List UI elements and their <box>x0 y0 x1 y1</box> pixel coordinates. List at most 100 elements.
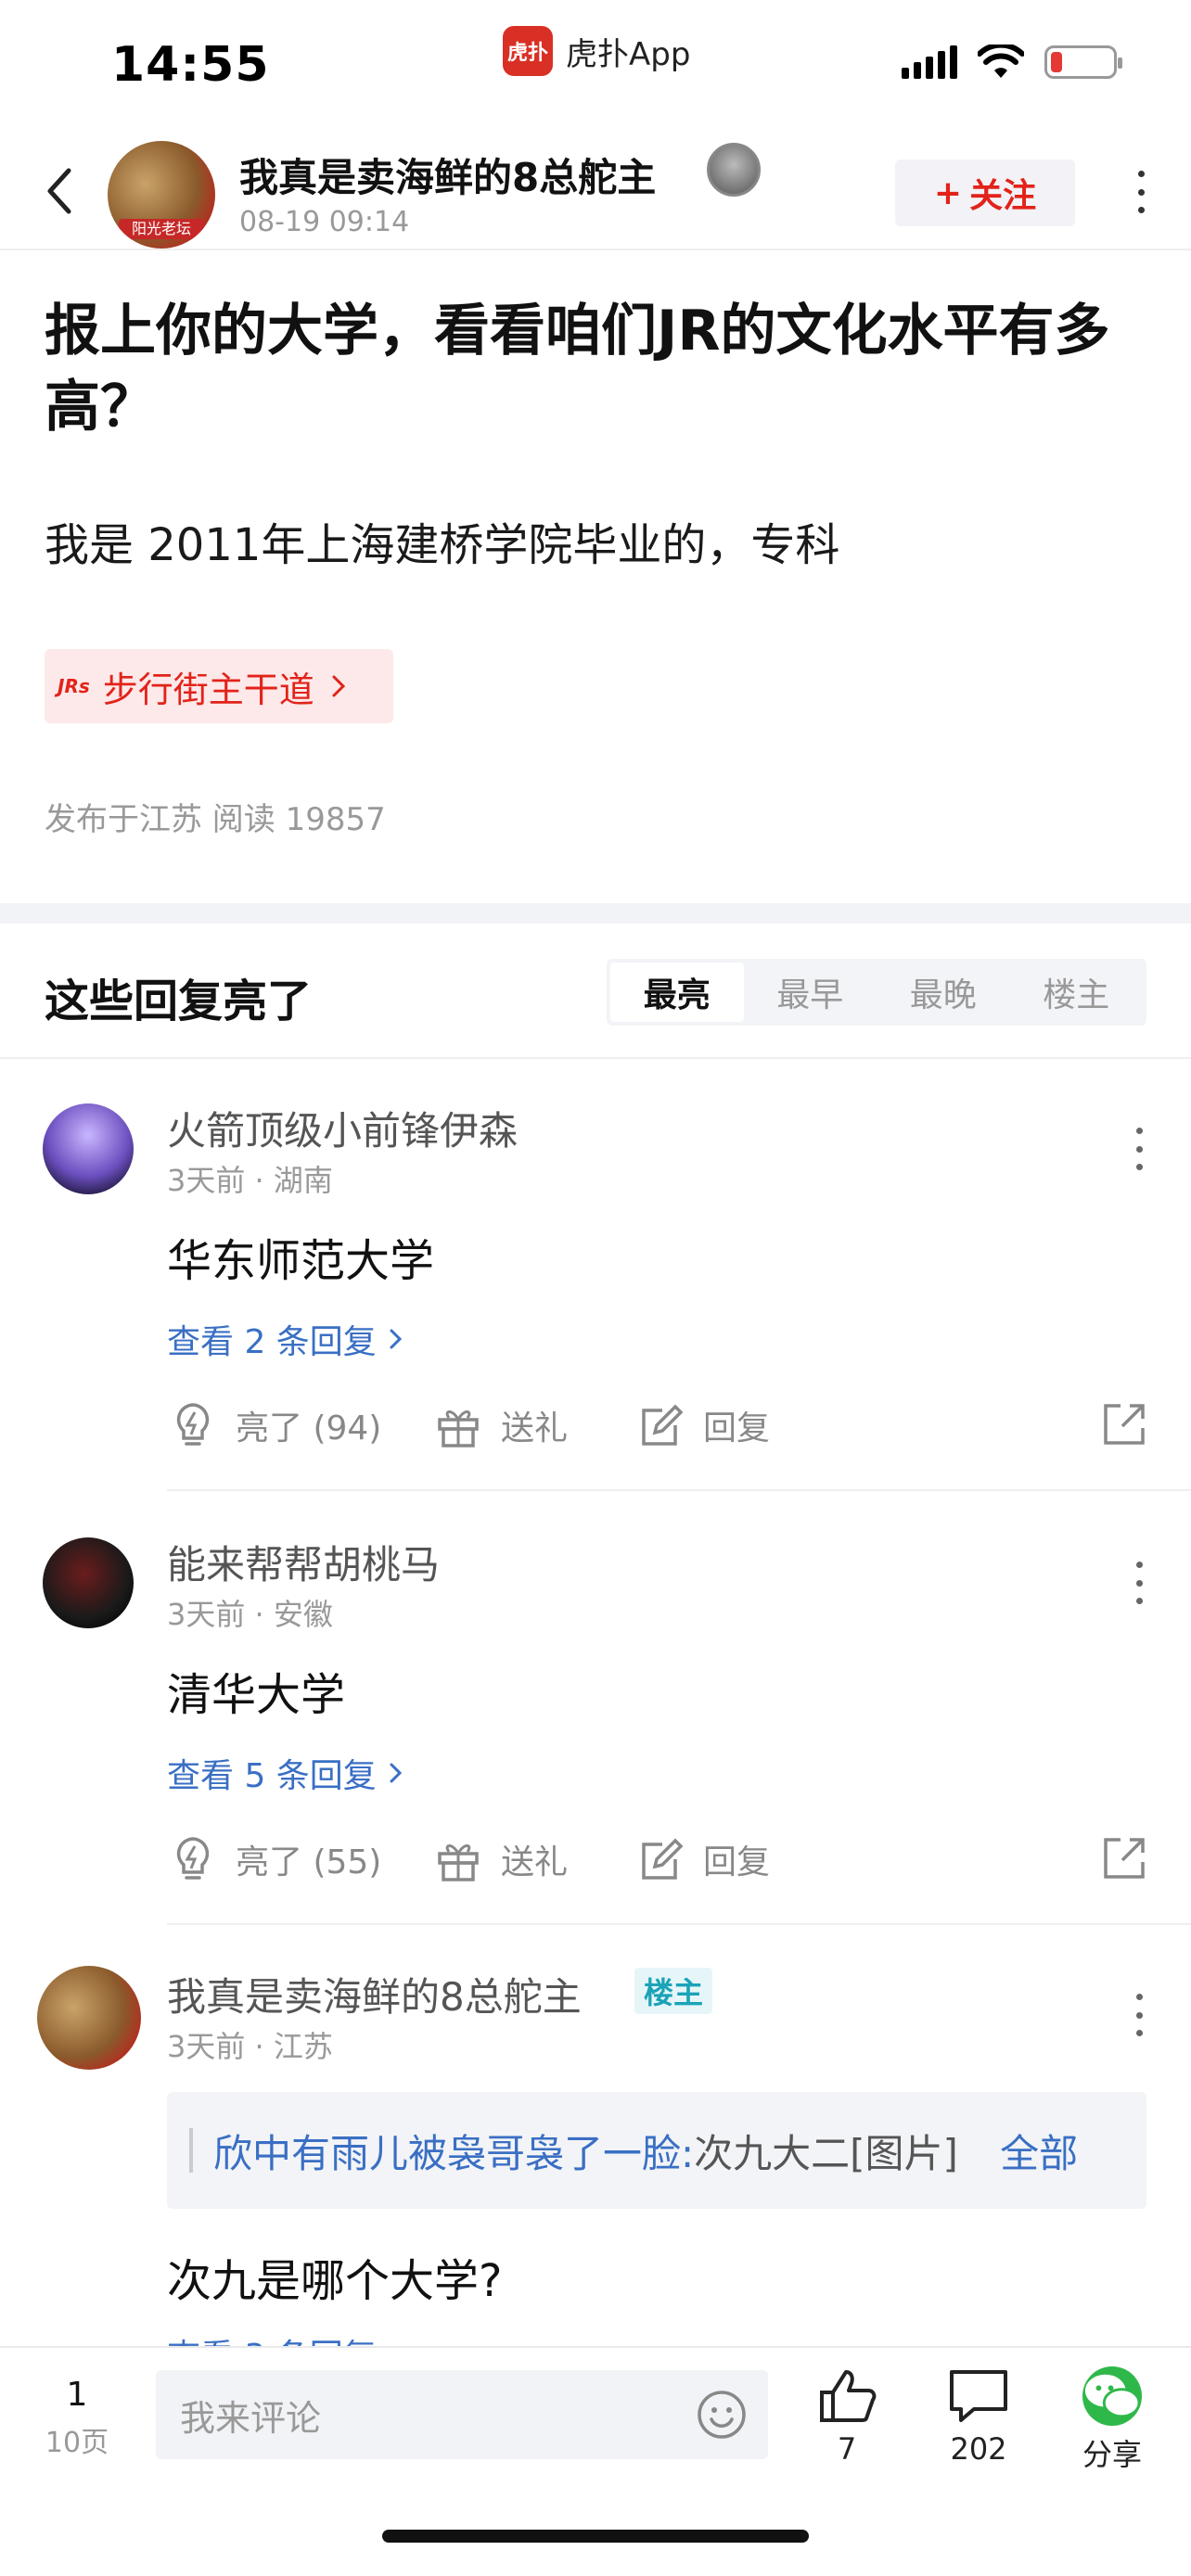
signal-icon <box>902 45 957 79</box>
wifi-icon <box>978 45 1024 78</box>
view-replies-link[interactable]: 查看 2 条回复 <box>167 1315 404 1363</box>
quote-bar <box>189 2128 193 2173</box>
topic-name: 步行街主干道 <box>102 669 314 710</box>
commenter-name[interactable]: 能来帮帮胡桃马 <box>167 1534 440 1590</box>
status-bar: 14:55 虎扑 虎扑App <box>0 0 1191 121</box>
comment-text: 清华大学 <box>167 1669 346 1721</box>
light-count: 亮了 (94) <box>236 1409 382 1447</box>
quote-author: 欣中有雨儿被袅哥袅了一脸: <box>213 2130 695 2176</box>
gift-button[interactable]: 送礼 <box>432 1827 568 1892</box>
comment-input[interactable]: 我来评论 <box>156 2370 768 2459</box>
author-badge-icon <box>707 143 761 197</box>
reply-button[interactable]: 回复 <box>634 1827 770 1892</box>
commenter-avatar[interactable] <box>43 1103 134 1194</box>
comment-bubble-icon <box>950 2370 1007 2422</box>
commenter-name[interactable]: 我真是卖海鲜的8总舵主 <box>167 1966 582 2022</box>
tab-op-only[interactable]: 楼主 <box>1010 963 1144 1022</box>
reply-button[interactable]: 回复 <box>634 1393 770 1458</box>
comment-actions: 亮了 (55) 送礼 回复 <box>167 1827 1150 1892</box>
reply-label: 回复 <box>703 1843 771 1881</box>
comment-meta: 3天前 · 湖南 <box>167 1163 333 1198</box>
gift-label: 送礼 <box>501 1843 569 1881</box>
commenter-avatar[interactable] <box>43 1537 134 1628</box>
gift-label: 送礼 <box>501 1409 569 1447</box>
view-replies-link[interactable]: 查看 5 条回复 <box>167 1749 404 1797</box>
more-options-icon[interactable] <box>1135 171 1146 213</box>
page-indicator[interactable]: 1 10页 <box>37 2376 117 2460</box>
light-button[interactable]: 亮了 (94) <box>167 1393 381 1458</box>
op-badge: 楼主 <box>634 1968 713 2014</box>
comment-divider <box>167 1489 1191 1491</box>
battery-icon <box>1044 45 1122 79</box>
comment-more-icon[interactable] <box>1133 1994 1145 2036</box>
comment-meta: 3天前 · 江苏 <box>167 2029 333 2064</box>
post-title: 报上你的大学，看看咱们JR的文化水平有多高？ <box>45 299 1110 440</box>
quote-expand-link[interactable]: 全部 <box>1000 2123 1078 2179</box>
status-time: 14:55 <box>111 37 270 93</box>
comment-divider <box>167 1923 1191 1925</box>
light-count: 亮了 (55) <box>236 1843 382 1881</box>
share-out-icon[interactable] <box>1098 1398 1150 1450</box>
gift-icon <box>438 1844 479 1881</box>
home-indicator <box>382 2530 809 2543</box>
post-meta: 发布于江苏 阅读 19857 <box>45 801 386 838</box>
thumbs-up-icon <box>820 2370 877 2422</box>
plus-icon: + <box>933 173 963 212</box>
back-icon[interactable] <box>37 163 83 219</box>
share-button[interactable]: 分享 <box>1061 2366 1163 2474</box>
page-current: 1 <box>66 2376 88 2414</box>
comments-button[interactable]: 202 <box>928 2366 1030 2467</box>
chevron-right-icon <box>332 675 345 697</box>
comment-more-icon[interactable] <box>1133 1562 1145 1604</box>
app-name: 虎扑App <box>566 35 691 73</box>
author-avatar[interactable]: 阳光老坛 <box>108 141 215 249</box>
gift-icon <box>438 1410 479 1447</box>
replies-title: 这些回复亮了 <box>45 976 313 1027</box>
comment-meta: 3天前 · 安徽 <box>167 1597 333 1632</box>
topic-logo-icon: JRs <box>58 675 90 697</box>
post-time: 08-19 09:14 <box>239 206 410 238</box>
comment-input-placeholder: 我来评论 <box>180 2397 322 2439</box>
follow-button[interactable]: + 关注 <box>895 159 1075 226</box>
quoted-comment[interactable]: 欣中有雨儿被袅哥袅了一脸: 次九大二[图片] 全部 <box>167 2092 1146 2209</box>
comment-more-icon[interactable] <box>1133 1128 1145 1170</box>
sort-tabs: 最亮 最早 最晚 楼主 <box>607 959 1146 1026</box>
like-button[interactable]: 7 <box>796 2366 898 2467</box>
tab-brightest[interactable]: 最亮 <box>610 963 744 1022</box>
lightbulb-icon <box>176 1837 210 1880</box>
light-button[interactable]: 亮了 (55) <box>167 1827 381 1892</box>
author-name[interactable]: 我真是卖海鲜的8总舵主 <box>239 147 656 203</box>
divider <box>0 1057 1191 1059</box>
comment-count: 202 <box>950 2431 1007 2467</box>
share-out-icon[interactable] <box>1098 1832 1150 1884</box>
chevron-right-icon <box>390 1329 402 1349</box>
wechat-icon <box>1082 2366 1142 2426</box>
app-badge: 虎扑 虎扑App <box>503 26 690 76</box>
post-body: 我是 2011年上海建桥学院毕业的，专科 <box>45 519 840 571</box>
reply-label: 回复 <box>703 1409 771 1447</box>
comment-text: 次九是哪个大学? <box>167 2255 503 2307</box>
gift-button[interactable]: 送礼 <box>432 1393 568 1458</box>
commenter-name[interactable]: 火箭顶级小前锋伊森 <box>167 1100 518 1156</box>
tab-earliest[interactable]: 最早 <box>744 963 877 1022</box>
page-total: 10页 <box>45 2427 109 2459</box>
chevron-right-icon <box>390 1763 402 1783</box>
quote-text: 次九大二[图片] <box>694 2130 958 2176</box>
comment-text: 华东师范大学 <box>167 1235 435 1287</box>
hupu-logo-icon: 虎扑 <box>503 26 553 76</box>
post-header: 阳光老坛 我真是卖海鲜的8总舵主 08-19 09:14 + 关注 <box>0 130 1191 250</box>
tab-latest[interactable]: 最晚 <box>877 963 1010 1022</box>
emoji-icon[interactable] <box>696 2389 748 2441</box>
topic-chip[interactable]: JRs 步行街主干道 <box>45 649 393 723</box>
edit-icon <box>642 1404 684 1446</box>
like-count: 7 <box>837 2431 857 2467</box>
follow-label: 关注 <box>969 177 1037 215</box>
status-icons <box>902 45 1122 80</box>
edit-icon <box>642 1838 684 1880</box>
commenter-avatar[interactable] <box>37 1966 141 2070</box>
avatar-tag: 阳光老坛 <box>119 219 204 239</box>
view-replies-label: 查看 2 条回复 <box>167 1323 377 1361</box>
comment-actions: 亮了 (94) 送礼 回复 <box>167 1393 1150 1458</box>
section-divider <box>0 903 1191 924</box>
view-replies-label: 查看 5 条回复 <box>167 1757 377 1795</box>
